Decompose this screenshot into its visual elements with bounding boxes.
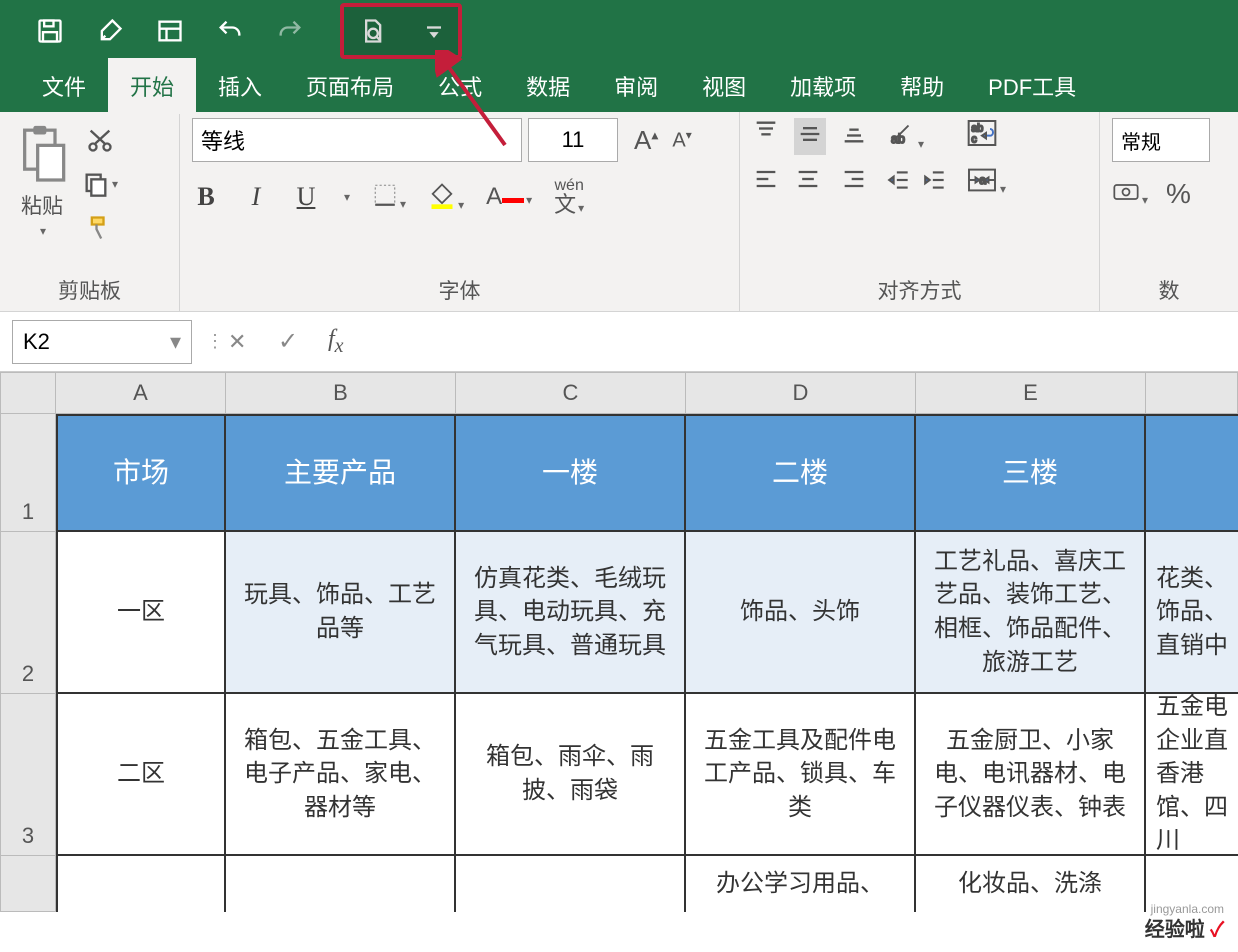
- decrease-font-icon[interactable]: A▾: [672, 128, 691, 153]
- row-header[interactable]: 2: [0, 532, 56, 694]
- column-header[interactable]: C: [456, 372, 686, 414]
- table-header-cell[interactable]: 一楼: [456, 414, 686, 532]
- table-cell[interactable]: 五金厨卫、小家电、电讯器材、电子仪器仪表、钟表: [916, 694, 1146, 856]
- tab-review[interactable]: 审阅: [592, 58, 680, 114]
- table-cell[interactable]: [56, 856, 226, 912]
- tab-pagelayout[interactable]: 页面布局: [284, 58, 416, 114]
- table-header-cell[interactable]: 主要产品: [226, 414, 456, 532]
- column-header[interactable]: D: [686, 372, 916, 414]
- alignment-group-label: 对齐方式: [752, 269, 1087, 307]
- formula-input[interactable]: [358, 320, 1226, 364]
- annotation-arrow-icon: [435, 50, 515, 150]
- font-group-label: 字体: [192, 269, 727, 307]
- table-cell[interactable]: 五金电企业直香港馆、四川: [1146, 694, 1238, 856]
- table-cell[interactable]: 工艺礼品、喜庆工艺品、装饰工艺、相框、饰品配件、旅游工艺: [916, 532, 1146, 694]
- svg-text:ab: ab: [891, 132, 905, 146]
- percent-icon[interactable]: %: [1166, 178, 1191, 210]
- table-cell[interactable]: 箱包、五金工具、电子产品、家电、器材等: [226, 694, 456, 856]
- phonetic-icon[interactable]: wén文▾: [554, 178, 584, 216]
- row-header[interactable]: 1: [0, 414, 56, 532]
- table-header-cell[interactable]: 二楼: [686, 414, 916, 532]
- name-box[interactable]: K2▾: [12, 320, 192, 364]
- table-cell[interactable]: 花类、饰品、直销中: [1146, 532, 1238, 694]
- formula-bar: K2▾ ⋮ ✕ ✓ fx: [0, 312, 1238, 372]
- align-left-icon[interactable]: [752, 165, 780, 198]
- fill-color-icon[interactable]: ▾: [428, 181, 464, 214]
- ribbon: 粘贴 ▾ ▾ 剪贴板 A▴ A▾ B I U ▾ ▾: [0, 112, 1238, 312]
- border-icon[interactable]: ▾: [372, 182, 406, 213]
- align-top-icon[interactable]: [752, 118, 780, 155]
- ribbon-tabs: 文件 开始 插入 页面布局 公式 数据 审阅 视图 加载项 帮助 PDF工具: [0, 62, 1238, 112]
- redo-icon[interactable]: [270, 11, 310, 51]
- align-middle-icon[interactable]: [794, 118, 826, 155]
- save-icon[interactable]: [30, 11, 70, 51]
- paste-button[interactable]: 粘贴 ▾: [12, 118, 72, 242]
- watermark-brand: 经验啦 ✓: [1145, 913, 1224, 942]
- table-cell[interactable]: [226, 856, 456, 912]
- orientation-icon[interactable]: ab▾: [886, 118, 948, 153]
- decrease-indent-icon[interactable]: [886, 167, 912, 198]
- table-cell[interactable]: 一区: [56, 532, 226, 694]
- increase-indent-icon[interactable]: [922, 167, 948, 198]
- column-header[interactable]: [1146, 372, 1238, 414]
- quick-access-toolbar: [0, 0, 1238, 62]
- increase-font-icon[interactable]: A▴: [634, 125, 658, 156]
- column-header[interactable]: B: [226, 372, 456, 414]
- table-cell[interactable]: 二区: [56, 694, 226, 856]
- table-cell[interactable]: [456, 856, 686, 912]
- table-cell[interactable]: 玩具、饰品、工艺品等: [226, 532, 456, 694]
- column-header[interactable]: A: [56, 372, 226, 414]
- currency-icon[interactable]: ▾: [1112, 180, 1148, 209]
- table-cell[interactable]: 化妆品、洗涤: [916, 856, 1146, 912]
- fx-icon[interactable]: fx: [328, 326, 344, 358]
- table-header-cell[interactable]: [1146, 414, 1238, 532]
- align-right-icon[interactable]: [840, 165, 868, 198]
- table-cell[interactable]: 仿真花类、毛绒玩具、电动玩具、充气玩具、普通玩具: [456, 532, 686, 694]
- chevron-down-icon: ▾: [40, 224, 46, 238]
- tab-addins[interactable]: 加载项: [768, 58, 878, 114]
- copy-icon[interactable]: ▾: [82, 166, 118, 202]
- italic-button[interactable]: I: [242, 182, 270, 212]
- table-cell[interactable]: 五金工具及配件电工产品、锁具、车类: [686, 694, 916, 856]
- tab-file[interactable]: 文件: [20, 58, 108, 114]
- align-bottom-icon[interactable]: [840, 118, 868, 155]
- cancel-icon[interactable]: ✕: [228, 329, 264, 355]
- tab-insert[interactable]: 插入: [196, 58, 284, 114]
- tab-home[interactable]: 开始: [108, 58, 196, 114]
- table-cell[interactable]: 饰品、头饰: [686, 532, 916, 694]
- select-all-corner[interactable]: [0, 372, 56, 414]
- brush-icon[interactable]: [90, 11, 130, 51]
- table-header-cell[interactable]: 三楼: [916, 414, 1146, 532]
- bold-button[interactable]: B: [192, 182, 220, 212]
- tab-view[interactable]: 视图: [680, 58, 768, 114]
- underline-button[interactable]: U: [292, 182, 320, 212]
- svg-text:c: c: [971, 133, 977, 145]
- number-format-select[interactable]: [1112, 118, 1210, 162]
- table-header-cell[interactable]: 市场: [56, 414, 226, 532]
- row-header[interactable]: 3: [0, 694, 56, 856]
- paste-label: 粘贴: [21, 190, 63, 220]
- column-header[interactable]: E: [916, 372, 1146, 414]
- cut-icon[interactable]: [82, 122, 118, 158]
- font-size-select[interactable]: [528, 118, 618, 162]
- align-center-icon[interactable]: [794, 165, 826, 198]
- table-cell[interactable]: 箱包、雨伞、雨披、雨袋: [456, 694, 686, 856]
- wrap-text-icon[interactable]: abc: [966, 118, 1006, 153]
- row-header[interactable]: [0, 856, 56, 912]
- clipboard-group-label: 剪贴板: [12, 269, 167, 307]
- undo-icon[interactable]: [210, 11, 250, 51]
- confirm-icon[interactable]: ✓: [278, 327, 314, 356]
- spreadsheet-grid: A B C D E 1 市场 主要产品 一楼 二楼 三楼 2 一区 玩具、饰品、…: [0, 372, 1238, 912]
- tab-pdf[interactable]: PDF工具: [966, 58, 1098, 114]
- merge-center-icon[interactable]: a▾: [966, 167, 1006, 198]
- layout-icon[interactable]: [150, 11, 190, 51]
- table-cell[interactable]: 办公学习用品、: [686, 856, 916, 912]
- tab-data[interactable]: 数据: [504, 58, 592, 114]
- tab-help[interactable]: 帮助: [878, 58, 966, 114]
- format-painter-icon[interactable]: [82, 210, 118, 246]
- number-group-label: 数: [1112, 269, 1226, 307]
- font-color-icon[interactable]: A▾: [486, 183, 532, 211]
- watermark-url: jingyanla.com: [1151, 902, 1224, 916]
